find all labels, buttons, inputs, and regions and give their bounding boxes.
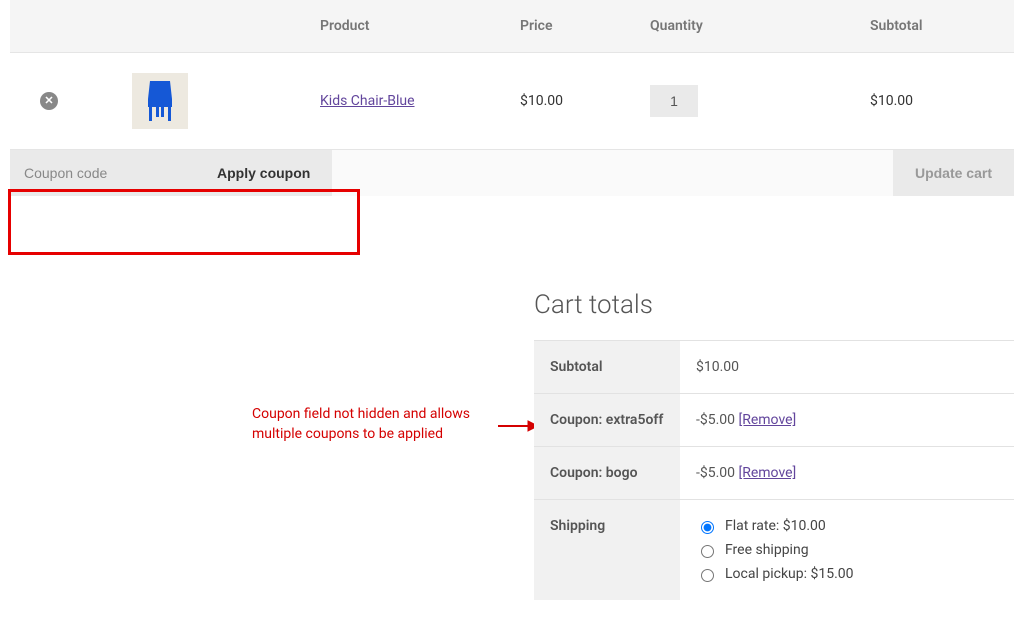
annotation-highlight-box	[8, 189, 360, 255]
quantity-input[interactable]	[650, 85, 698, 117]
shipping-label: Shipping	[534, 499, 680, 600]
arrow-icon	[498, 420, 538, 432]
item-price: $10.00	[520, 93, 650, 109]
coupon2-amount: -$5.00	[696, 465, 739, 481]
product-thumbnail[interactable]	[132, 73, 188, 129]
cart-row: ✕ Kids Chair-Blue $10.00 $10.00	[10, 52, 1014, 149]
coupon1-value: -$5.00 [Remove]	[680, 393, 1014, 446]
subtotal-label: Subtotal	[534, 340, 680, 393]
remove-coupon1-link[interactable]: [Remove]	[739, 412, 797, 428]
totals-row-shipping: Shipping Flat rate: $10.00 Free shipping…	[534, 499, 1014, 600]
shipping-options: Flat rate: $10.00 Free shipping Local pi…	[696, 518, 998, 582]
shipping-local-label: Local pickup: $15.00	[725, 566, 854, 582]
header-quantity: Quantity	[650, 18, 840, 34]
cart-totals-title: Cart totals	[534, 290, 1014, 320]
shipping-free-label: Free shipping	[725, 542, 809, 558]
shipping-opt-local[interactable]: Local pickup: $15.00	[696, 566, 998, 582]
chair-icon	[140, 77, 180, 125]
item-subtotal: $10.00	[840, 93, 1014, 109]
totals-row-coupon-2: Coupon: bogo -$5.00 [Remove]	[534, 446, 1014, 499]
shipping-opt-free[interactable]: Free shipping	[696, 542, 998, 558]
coupon1-label: Coupon: extra5off	[534, 393, 680, 446]
cart-table: Product Price Quantity Subtotal ✕ Kids C…	[10, 0, 1014, 196]
shipping-radio-flat[interactable]	[701, 521, 714, 534]
header-product: Product	[250, 18, 520, 34]
product-link[interactable]: Kids Chair-Blue	[320, 93, 415, 109]
totals-row-coupon-1: Coupon: extra5off -$5.00 [Remove]	[534, 393, 1014, 446]
coupon2-label: Coupon: bogo	[534, 446, 680, 499]
shipping-opt-flat[interactable]: Flat rate: $10.00	[696, 518, 998, 534]
totals-row-subtotal: Subtotal $10.00	[534, 340, 1014, 393]
cart-table-header: Product Price Quantity Subtotal	[10, 0, 1014, 52]
annotation-text: Coupon field not hidden and allows multi…	[252, 405, 470, 444]
coupon2-value: -$5.00 [Remove]	[680, 446, 1014, 499]
remove-coupon2-link[interactable]: [Remove]	[739, 465, 797, 481]
coupon-row: Apply coupon Update cart	[10, 149, 1014, 196]
coupon1-amount: -$5.00	[696, 412, 739, 428]
annotation-line1: Coupon field not hidden and allows	[252, 406, 470, 422]
subtotal-value: $10.00	[680, 340, 1014, 393]
shipping-flat-label: Flat rate: $10.00	[725, 518, 826, 534]
cart-totals-panel: Cart totals Subtotal $10.00 Coupon: extr…	[534, 290, 1014, 600]
remove-item-button[interactable]: ✕	[40, 92, 58, 110]
coupon-code-input[interactable]	[10, 150, 195, 196]
apply-coupon-button[interactable]: Apply coupon	[195, 150, 332, 196]
header-subtotal: Subtotal	[840, 18, 1014, 34]
header-price: Price	[520, 18, 650, 34]
update-cart-button[interactable]: Update cart	[893, 150, 1014, 196]
shipping-radio-free[interactable]	[701, 545, 714, 558]
shipping-radio-local[interactable]	[701, 569, 714, 582]
annotation-line2: multiple coupons to be applied	[252, 426, 443, 442]
